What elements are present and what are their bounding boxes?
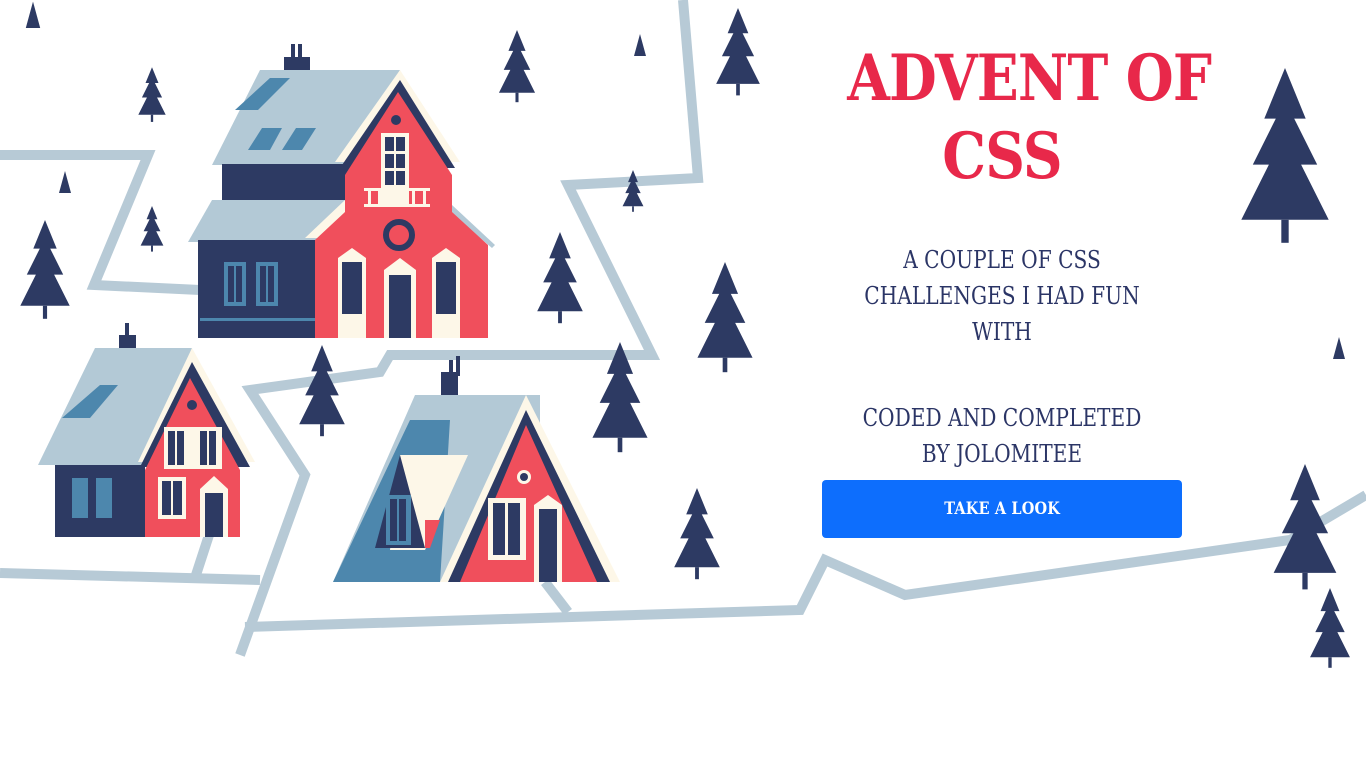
house-large — [188, 44, 495, 338]
title-line-2: CSS — [942, 119, 1062, 194]
take-a-look-label: TAKE A LOOK — [944, 499, 1060, 519]
page-title: ADVENT OF CSS — [847, 40, 1212, 196]
title-line-1: ADVENT OF — [847, 41, 1212, 116]
author-credit: CODED AND COMPLETED BY JOLOMITEE — [862, 404, 1142, 468]
take-a-look-button[interactable]: TAKE A LOOK — [822, 480, 1182, 538]
hero-section: ADVENT OF CSS A COUPLE OF CSS CHALLENGES… — [822, 40, 1212, 472]
subtitle: A COUPLE OF CSS CHALLENGES I HAD FUN WIT… — [864, 246, 1140, 346]
house-small — [38, 323, 255, 537]
page: ADVENT OF CSS A COUPLE OF CSS CHALLENGES… — [0, 0, 1366, 768]
house-aframe — [333, 356, 620, 582]
